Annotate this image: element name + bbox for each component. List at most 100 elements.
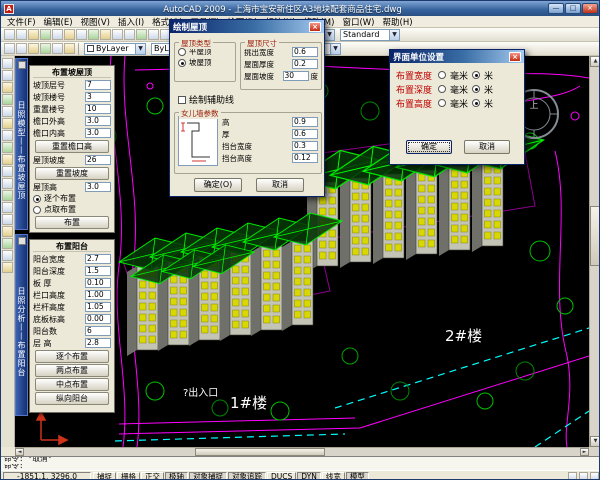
minimize-button[interactable]: — (548, 3, 564, 14)
layer-previous-icon[interactable] (16, 43, 27, 54)
radio-m[interactable] (472, 85, 480, 93)
panel-pin-icon[interactable] (18, 61, 26, 69)
undo-icon[interactable] (124, 29, 135, 40)
match-properties-icon[interactable] (112, 29, 123, 40)
color-dropdown[interactable]: ByLayer ▼ (84, 43, 146, 55)
chevron-down-icon[interactable]: ▼ (324, 30, 334, 40)
menu-item[interactable]: 视图(V) (77, 16, 114, 28)
layer-properties-icon[interactable] (4, 43, 15, 54)
place-two-point-button[interactable]: 两点布置 (35, 364, 109, 377)
insert-block-icon[interactable] (2, 178, 13, 189)
place-roof-button[interactable]: 布置 (35, 216, 109, 229)
scrollbar-thumb[interactable] (590, 206, 600, 266)
status-toggle[interactable]: 极轴 (165, 472, 188, 480)
construction-line-icon[interactable] (2, 70, 13, 81)
radio-m[interactable] (472, 99, 480, 107)
field-input[interactable]: 2.7 (85, 254, 111, 264)
scroll-down-icon[interactable]: ▼ (590, 436, 600, 447)
line-icon[interactable] (2, 58, 13, 69)
cancel-button[interactable]: 取消 (464, 140, 510, 154)
reset-eave-height-button[interactable]: 重置檐口高 (35, 140, 109, 153)
scroll-right-icon[interactable]: ► (580, 448, 589, 456)
new-icon[interactable] (4, 29, 15, 40)
chevron-down-icon[interactable]: ▼ (330, 44, 340, 54)
table-icon[interactable] (2, 250, 13, 261)
polygon-icon[interactable] (2, 94, 13, 105)
close-icon[interactable]: × (309, 22, 321, 32)
status-toggle[interactable]: DYN (297, 472, 321, 480)
status-toggle[interactable]: 对象捕捉 (189, 472, 227, 480)
close-button[interactable]: × (582, 3, 598, 14)
field-input[interactable]: 26 (85, 155, 111, 165)
open-icon[interactable] (16, 29, 27, 40)
field-input[interactable]: 0.6 (292, 129, 318, 139)
make-block-icon[interactable] (2, 190, 13, 201)
status-toggle[interactable]: 线宽 (322, 472, 345, 480)
field-input[interactable]: 1.5 (85, 266, 111, 276)
cut-icon[interactable] (76, 29, 87, 40)
radio-mm[interactable] (438, 71, 446, 79)
publish-icon[interactable] (64, 29, 75, 40)
radio-mm[interactable] (438, 99, 446, 107)
horizontal-scrollbar[interactable]: ◄ ► (15, 447, 589, 456)
radio-flat-roof[interactable] (178, 48, 186, 56)
ok-button[interactable]: 确定(O) (194, 178, 242, 192)
ok-button[interactable]: 确定 (406, 140, 452, 154)
field-input[interactable]: 30 (283, 71, 309, 81)
field-input[interactable]: 7 (85, 80, 111, 90)
gradient-icon[interactable] (2, 226, 13, 237)
chevron-down-icon[interactable]: ▼ (389, 30, 399, 40)
radio-mm[interactable] (438, 85, 446, 93)
menu-item[interactable]: 文件(F) (3, 16, 40, 28)
aux-line-checkbox[interactable] (178, 96, 186, 104)
maximize-button[interactable]: □ (565, 3, 581, 14)
field-input[interactable]: 2.8 (85, 338, 111, 348)
rectangle-icon[interactable] (2, 106, 13, 117)
panel-pin-icon[interactable] (18, 237, 26, 245)
field-input[interactable]: 3.0 (85, 128, 111, 138)
chevron-down-icon[interactable]: ▼ (135, 44, 145, 54)
scroll-up-icon[interactable]: ▲ (590, 56, 600, 67)
multiline-text-icon[interactable] (2, 262, 13, 273)
properties-icon[interactable] (52, 43, 63, 54)
status-toggle[interactable]: 模型 (346, 472, 369, 480)
save-icon[interactable] (28, 29, 39, 40)
field-input[interactable]: 0.10 (85, 278, 111, 288)
point-icon[interactable] (2, 202, 13, 213)
place-mid-point-button[interactable]: 中点布置 (35, 378, 109, 391)
menu-item[interactable]: 帮助(H) (379, 16, 417, 28)
field-input[interactable]: 3.0 (85, 182, 111, 192)
pan-icon[interactable] (148, 29, 159, 40)
text-style-dropdown[interactable]: Standard ▼ (340, 29, 400, 41)
region-icon[interactable] (2, 238, 13, 249)
field-input[interactable]: 0.00 (85, 314, 111, 324)
status-toggle[interactable]: DUCS (267, 472, 296, 480)
field-input[interactable]: 0.2 (292, 59, 318, 69)
paste-icon[interactable] (100, 29, 111, 40)
layer-states-icon[interactable] (40, 43, 51, 54)
vertical-scrollbar[interactable]: ▲ ▼ (589, 56, 600, 447)
close-icon[interactable]: × (509, 52, 521, 62)
copy-icon[interactable] (88, 29, 99, 40)
field-input[interactable]: 10 (85, 104, 111, 114)
spline-icon[interactable] (2, 154, 13, 165)
status-toggle[interactable]: 对象追踪 (228, 472, 266, 480)
radio-sloped-roof[interactable] (178, 59, 186, 67)
vertical-balcony-button[interactable]: 纵向阳台 (35, 392, 109, 405)
menu-item[interactable]: 窗口(W) (338, 16, 378, 28)
field-input[interactable]: 1.05 (85, 302, 111, 312)
clean-screen-icon[interactable] (590, 472, 599, 480)
hatch-icon[interactable] (2, 214, 13, 225)
status-toggle[interactable]: 正交 (141, 472, 164, 480)
toolbar-lock-icon[interactable] (579, 472, 588, 480)
revision-cloud-icon[interactable] (2, 142, 13, 153)
status-toggle[interactable]: 捕捉 (93, 472, 116, 480)
radio-place-pick[interactable] (33, 206, 41, 214)
place-each-button[interactable]: 逐个布置 (35, 350, 109, 363)
radio-place-each[interactable] (33, 195, 41, 203)
docked-panel-balcony-titlebar[interactable]: 日照分析——布置阳台 (15, 234, 28, 416)
plot-icon[interactable] (40, 29, 51, 40)
make-object-layer-icon[interactable] (28, 43, 39, 54)
polyline-icon[interactable] (2, 82, 13, 93)
field-input[interactable]: 0.3 (292, 141, 318, 151)
